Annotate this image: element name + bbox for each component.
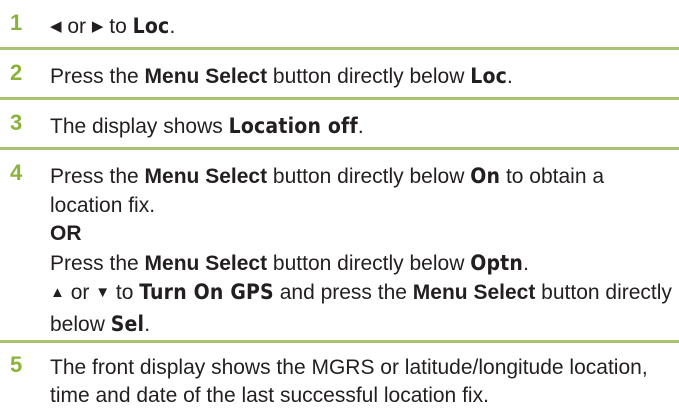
step-text-fragment: button directly below	[267, 251, 471, 275]
step-text-fragment: .	[507, 65, 513, 88]
step-text-fragment: button directly below	[267, 165, 471, 188]
display-text: Location off	[228, 114, 358, 138]
step-number: 4	[10, 160, 23, 185]
display-text: On	[470, 164, 501, 188]
step-number: 5	[10, 352, 23, 377]
step-text-fragment: or	[61, 15, 92, 38]
step-text-fragment: Press the	[50, 65, 145, 88]
button-name: Menu Select	[144, 165, 268, 188]
display-text: Turn On GPS	[139, 280, 274, 304]
step-text-fragment: and press the	[273, 281, 413, 304]
step-text-fragment: .	[169, 15, 176, 38]
step-text-fragment: Press the	[50, 165, 145, 188]
step-text: ◀ or ▶ to Loc.	[50, 12, 675, 43]
step-text-fragment: The display shows	[50, 115, 229, 138]
display-text: Loc	[470, 64, 508, 88]
button-name: Menu Select	[144, 65, 268, 88]
step-separator	[0, 147, 679, 150]
step-text-fragment: .	[144, 312, 151, 336]
step-text-fragment: or	[64, 281, 96, 304]
step-text-fragment: Press the	[50, 251, 145, 275]
step-text: The front display shows the MGRS or lati…	[50, 356, 648, 407]
display-text: Optn	[470, 250, 524, 275]
right-arrow-icon: ▶	[91, 18, 104, 35]
step-number: 3	[10, 110, 23, 135]
step-separator	[0, 47, 679, 50]
button-name: Menu Select	[412, 281, 536, 304]
left-arrow-icon: ◀	[50, 18, 62, 35]
step-text: Press the Menu Select button directly be…	[50, 162, 675, 339]
display-text: Sel	[110, 311, 145, 336]
or-label: OR	[50, 222, 82, 245]
step-text: Press the Menu Select button directly be…	[50, 62, 675, 91]
step-text-fragment: .	[357, 115, 364, 138]
step-text-fragment: .	[523, 251, 529, 275]
step-text: The display shows Location off.	[50, 112, 675, 141]
step-number: 2	[10, 60, 23, 85]
step-separator	[0, 340, 679, 343]
step-separator	[0, 97, 679, 100]
step-text-fragment: to	[110, 281, 140, 304]
button-name: Menu Select	[144, 251, 268, 275]
step-text-fragment: button directly below	[267, 65, 471, 88]
step-text-fragment: to	[103, 15, 133, 38]
display-text: Loc	[132, 14, 170, 38]
step-number: 1	[10, 10, 23, 35]
up-arrow-icon: ▲	[50, 284, 65, 301]
down-arrow-icon: ▼	[95, 284, 111, 301]
